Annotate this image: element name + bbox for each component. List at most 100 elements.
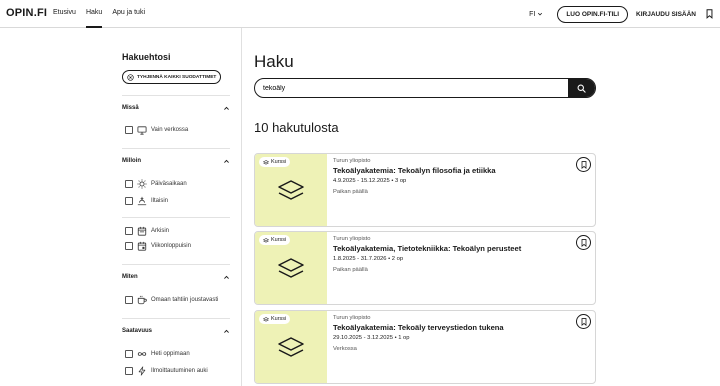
calendar-weekend-icon [137,241,147,251]
card-body: Turun yliopisto Tekoälyakatemia: Tekoäly… [333,157,563,197]
results-count: 10 hakutulosta [254,120,339,135]
card-meta: 4.9.2025 - 15.12.2025 • 3 op [333,178,407,184]
filter-option-ilmoittautuminen-auki[interactable]: Ilmoittautuminen auki [125,366,208,376]
checkbox[interactable] [125,126,133,134]
divider [122,217,230,218]
register-button[interactable]: LUO OPIN.FI-TILI [557,5,629,23]
chevron-up-icon [224,106,229,110]
result-card[interactable]: Kurssi Turun yliopisto Tekoälyakatemia: … [254,153,596,227]
monitor-icon [137,125,147,135]
type-badge: Kurssi [259,157,291,167]
card-university: Turun yliopisto [333,236,371,242]
result-card[interactable]: Kurssi Turun yliopisto Tekoälyakatemia, … [254,231,596,305]
card-location: Paikan päällä [333,267,368,273]
clear-filters-label: TYHJENNÄ KAIKKI SUODATTIMET [137,74,217,80]
type-badge: Kurssi [259,314,291,324]
checkbox[interactable] [125,367,133,375]
login-link[interactable]: KIRJAUDU SISÄÄN [636,11,696,18]
chevron-down-icon [538,12,543,16]
badge-label: Kurssi [271,316,287,322]
main-nav: Etusivu Haku Apu ja tuki [53,0,145,28]
checkbox[interactable] [125,227,133,235]
page-title: Haku [254,52,294,71]
search-bar [254,78,596,98]
card-thumbnail: Kurssi [255,232,327,304]
section-header-saatavuus[interactable]: Saatavuus [122,325,230,337]
search-button[interactable] [568,79,595,97]
card-title[interactable]: Tekoälyakatemia: Tekoälyn filosofia ja e… [333,166,563,176]
course-icon [263,316,269,322]
section-header-miten[interactable]: Miten [122,271,230,283]
course-icon [263,237,269,243]
bookmark-icon [581,238,586,247]
chevron-up-icon [224,329,229,333]
filter-option-iltaisin[interactable]: Iltaisin [125,196,168,206]
option-label: Viikonloppuisin [151,243,191,249]
calendar-icon [137,226,147,236]
badge-label: Kurssi [271,159,287,165]
filter-option-viikonloppuisin[interactable]: Viikonloppuisin [125,241,191,251]
bookmark-icon[interactable] [704,8,714,20]
card-title[interactable]: Tekoälyakatemia, Tietotekniikka: Tekoäly… [333,244,563,254]
infinity-icon [137,349,147,359]
card-university: Turun yliopisto [333,158,371,164]
course-icon [263,159,269,165]
option-label: Vain verkossa [151,127,189,133]
filters-title: Hakuehtosi [122,52,171,62]
option-label: Päiväsaikaan [151,181,187,187]
chevron-up-icon [224,275,229,279]
divider [122,95,230,96]
sun-icon [137,179,147,189]
card-title[interactable]: Tekoälyakatemia: Tekoäly terveystiedon t… [333,323,563,333]
section-title: Saatavuus [122,328,153,334]
language-label: FI [529,10,536,18]
option-label: Ilmoittautuminen auki [151,368,208,374]
nav-item-etusivu[interactable]: Etusivu [53,0,76,28]
checkbox[interactable] [125,242,133,250]
clear-filters-button[interactable]: TYHJENNÄ KAIKKI SUODATTIMET [122,70,222,84]
option-label: Omaan tahtiin joustavasti [151,297,219,303]
bookmark-button[interactable] [576,157,591,172]
top-header: OPIN.FI Etusivu Haku Apu ja tuki FI LUO … [0,0,720,28]
site-logo[interactable]: OPIN.FI [6,7,47,19]
card-location: Verkossa [333,346,357,352]
bookmark-button[interactable] [576,314,591,329]
divider [122,318,230,319]
filter-option-heti-oppimaan[interactable]: Heti oppimaan [125,349,190,359]
filter-option-vain-verkossa[interactable]: Vain verkossa [125,125,188,135]
card-body: Turun yliopisto Tekoälyakatemia, Tietote… [333,235,563,275]
filter-option-paivasaikaan[interactable]: Päiväsaikaan [125,179,187,189]
checkbox[interactable] [125,197,133,205]
sunset-icon [137,196,147,206]
language-selector[interactable]: FI [529,11,543,18]
card-location: Paikan päällä [333,189,368,195]
nav-item-haku[interactable]: Haku [85,0,103,28]
layers-icon [278,337,304,357]
lightning-icon [137,366,147,376]
close-circle-icon [127,73,134,81]
result-card[interactable]: Kurssi Turun yliopisto Tekoälyakatemia: … [254,310,596,384]
section-title: Miten [122,274,138,280]
search-input[interactable] [255,79,571,97]
card-body: Turun yliopisto Tekoälyakatemia: Tekoäly… [333,314,563,354]
badge-label: Kurssi [271,237,287,243]
nav-item-apu-ja-tuki[interactable]: Apu ja tuki [112,0,145,28]
option-label: Arkisin [151,228,170,234]
filter-option-omaan-tahtiin[interactable]: Omaan tahtiin joustavasti [125,295,218,305]
bookmark-button[interactable] [576,235,591,250]
checkbox[interactable] [125,180,133,188]
filters-sidebar: Hakuehtosi TYHJENNÄ KAIKKI SUODATTIMET M… [0,28,242,386]
card-thumbnail: Kurssi [255,154,327,226]
layers-icon [278,180,304,200]
section-header-missa[interactable]: Missä [122,102,230,114]
divider [122,264,230,265]
card-meta: 29.10.2025 - 3.12.2025 • 1 op [333,335,410,341]
section-header-milloin[interactable]: Milloin [122,155,230,167]
header-actions: FI LUO OPIN.FI-TILI KIRJAUDU SISÄÄN [529,4,714,24]
type-badge: Kurssi [259,235,291,245]
filter-option-arkisin[interactable]: Arkisin [125,226,169,236]
section-title: Milloin [122,158,141,164]
checkbox[interactable] [125,296,133,304]
checkbox[interactable] [125,350,133,358]
layers-icon [278,258,304,278]
